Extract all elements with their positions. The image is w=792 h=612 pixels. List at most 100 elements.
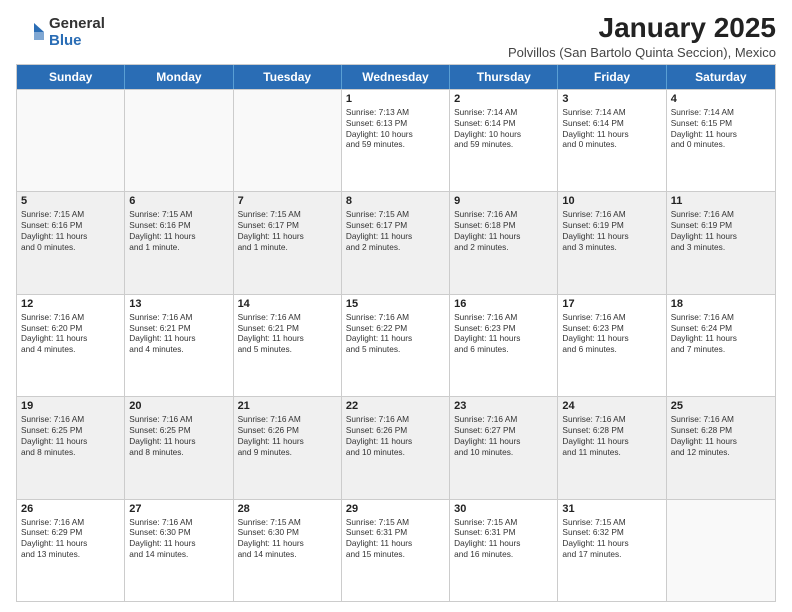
cell-info-line: Sunrise: 7:16 AM [346, 414, 445, 425]
day-cell-8: 8Sunrise: 7:15 AMSunset: 6:17 PMDaylight… [342, 192, 450, 293]
day-number: 24 [562, 400, 661, 412]
cell-info-line: Sunrise: 7:16 AM [671, 312, 771, 323]
day-number: 3 [562, 93, 661, 105]
cell-info-line: and 10 minutes. [346, 447, 445, 458]
cell-info-line: Sunrise: 7:14 AM [454, 107, 553, 118]
cell-info-line: and 4 minutes. [129, 344, 228, 355]
day-cell-14: 14Sunrise: 7:16 AMSunset: 6:21 PMDayligh… [234, 295, 342, 396]
cell-info-line: Sunrise: 7:16 AM [562, 312, 661, 323]
title-block: January 2025 Polvillos (San Bartolo Quin… [508, 12, 776, 60]
cell-info-line: Daylight: 11 hours [129, 436, 228, 447]
calendar: SundayMondayTuesdayWednesdayThursdayFrid… [16, 64, 776, 602]
day-cell-20: 20Sunrise: 7:16 AMSunset: 6:25 PMDayligh… [125, 397, 233, 498]
cell-info-line: and 59 minutes. [346, 139, 445, 150]
day-cell-18: 18Sunrise: 7:16 AMSunset: 6:24 PMDayligh… [667, 295, 775, 396]
day-number: 23 [454, 400, 553, 412]
cell-info-line: Sunrise: 7:15 AM [238, 209, 337, 220]
day-cell-28: 28Sunrise: 7:15 AMSunset: 6:30 PMDayligh… [234, 500, 342, 601]
cell-info-line: Sunset: 6:32 PM [562, 527, 661, 538]
logo-icon [16, 18, 46, 48]
empty-cell-0-1 [125, 90, 233, 191]
cell-info-line: Daylight: 11 hours [671, 231, 771, 242]
cell-info-line: Sunrise: 7:16 AM [454, 312, 553, 323]
cell-info-line: Sunrise: 7:16 AM [129, 414, 228, 425]
cell-info-line: and 0 minutes. [671, 139, 771, 150]
day-number: 10 [562, 195, 661, 207]
cell-info-line: Sunrise: 7:15 AM [346, 517, 445, 528]
day-cell-9: 9Sunrise: 7:16 AMSunset: 6:18 PMDaylight… [450, 192, 558, 293]
cell-info-line: Sunrise: 7:16 AM [238, 312, 337, 323]
day-number: 6 [129, 195, 228, 207]
cell-info-line: Sunset: 6:30 PM [238, 527, 337, 538]
cell-info-line: and 15 minutes. [346, 549, 445, 560]
cell-info-line: Daylight: 11 hours [671, 333, 771, 344]
day-number: 21 [238, 400, 337, 412]
cell-info-line: and 13 minutes. [21, 549, 120, 560]
cell-info-line: Daylight: 11 hours [129, 231, 228, 242]
cell-info-line: Sunset: 6:13 PM [346, 118, 445, 129]
day-number: 18 [671, 298, 771, 310]
cell-info-line: Sunrise: 7:16 AM [21, 517, 120, 528]
cell-info-line: and 6 minutes. [454, 344, 553, 355]
day-cell-16: 16Sunrise: 7:16 AMSunset: 6:23 PMDayligh… [450, 295, 558, 396]
main-title: January 2025 [508, 12, 776, 44]
cell-info-line: Daylight: 11 hours [129, 538, 228, 549]
cell-info-line: Sunrise: 7:16 AM [454, 414, 553, 425]
cell-info-line: Sunrise: 7:15 AM [454, 517, 553, 528]
cell-info-line: Sunset: 6:14 PM [454, 118, 553, 129]
cell-info-line: Sunset: 6:20 PM [21, 323, 120, 334]
cell-info-line: Sunrise: 7:15 AM [129, 209, 228, 220]
cell-info-line: Sunset: 6:21 PM [129, 323, 228, 334]
day-cell-3: 3Sunrise: 7:14 AMSunset: 6:14 PMDaylight… [558, 90, 666, 191]
day-cell-12: 12Sunrise: 7:16 AMSunset: 6:20 PMDayligh… [17, 295, 125, 396]
cell-info-line: Sunset: 6:21 PM [238, 323, 337, 334]
week-row-3: 12Sunrise: 7:16 AMSunset: 6:20 PMDayligh… [17, 294, 775, 396]
cell-info-line: Daylight: 11 hours [21, 333, 120, 344]
cell-info-line: Sunset: 6:31 PM [454, 527, 553, 538]
cell-info-line: Sunrise: 7:16 AM [21, 414, 120, 425]
cell-info-line: Sunset: 6:18 PM [454, 220, 553, 231]
day-cell-24: 24Sunrise: 7:16 AMSunset: 6:28 PMDayligh… [558, 397, 666, 498]
cell-info-line: and 6 minutes. [562, 344, 661, 355]
day-cell-15: 15Sunrise: 7:16 AMSunset: 6:22 PMDayligh… [342, 295, 450, 396]
cell-info-line: Sunset: 6:23 PM [562, 323, 661, 334]
header-day-friday: Friday [558, 65, 666, 89]
logo-text: General Blue [49, 16, 105, 49]
cell-info-line: Sunset: 6:16 PM [129, 220, 228, 231]
cell-info-line: and 8 minutes. [21, 447, 120, 458]
header: General Blue January 2025 Polvillos (San… [16, 12, 776, 60]
day-number: 12 [21, 298, 120, 310]
calendar-header-row: SundayMondayTuesdayWednesdayThursdayFrid… [17, 65, 775, 89]
week-row-2: 5Sunrise: 7:15 AMSunset: 6:16 PMDaylight… [17, 191, 775, 293]
day-cell-27: 27Sunrise: 7:16 AMSunset: 6:30 PMDayligh… [125, 500, 233, 601]
cell-info-line: Daylight: 11 hours [238, 333, 337, 344]
header-day-sunday: Sunday [17, 65, 125, 89]
cell-info-line: and 1 minute. [129, 242, 228, 253]
cell-info-line: Sunset: 6:22 PM [346, 323, 445, 334]
cell-info-line: Daylight: 11 hours [454, 231, 553, 242]
cell-info-line: Daylight: 11 hours [454, 436, 553, 447]
empty-cell-4-6 [667, 500, 775, 601]
cell-info-line: and 59 minutes. [454, 139, 553, 150]
day-number: 31 [562, 503, 661, 515]
cell-info-line: Sunset: 6:15 PM [671, 118, 771, 129]
cell-info-line: Sunset: 6:17 PM [238, 220, 337, 231]
cell-info-line: and 11 minutes. [562, 447, 661, 458]
cell-info-line: Sunrise: 7:15 AM [346, 209, 445, 220]
header-day-monday: Monday [125, 65, 233, 89]
cell-info-line: Daylight: 11 hours [21, 231, 120, 242]
header-day-tuesday: Tuesday [234, 65, 342, 89]
cell-info-line: and 5 minutes. [346, 344, 445, 355]
empty-cell-0-0 [17, 90, 125, 191]
cell-info-line: Daylight: 11 hours [454, 538, 553, 549]
header-day-thursday: Thursday [450, 65, 558, 89]
day-number: 29 [346, 503, 445, 515]
cell-info-line: Daylight: 11 hours [562, 231, 661, 242]
cell-info-line: Sunrise: 7:13 AM [346, 107, 445, 118]
day-number: 7 [238, 195, 337, 207]
cell-info-line: Sunset: 6:27 PM [454, 425, 553, 436]
day-cell-21: 21Sunrise: 7:16 AMSunset: 6:26 PMDayligh… [234, 397, 342, 498]
day-cell-1: 1Sunrise: 7:13 AMSunset: 6:13 PMDaylight… [342, 90, 450, 191]
cell-info-line: and 8 minutes. [129, 447, 228, 458]
day-cell-10: 10Sunrise: 7:16 AMSunset: 6:19 PMDayligh… [558, 192, 666, 293]
